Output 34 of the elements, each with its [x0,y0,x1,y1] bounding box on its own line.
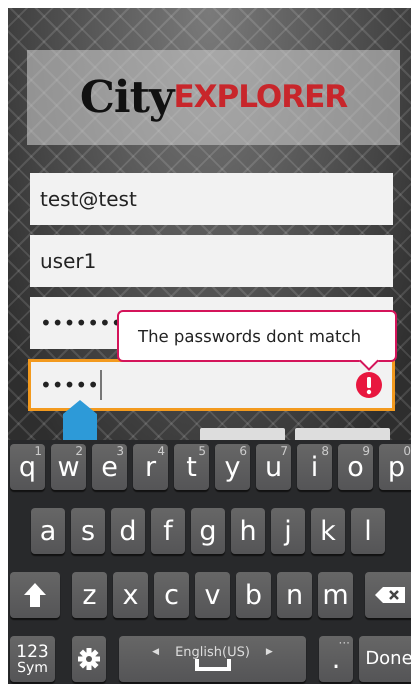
keyboard-key[interactable]: s [71,508,105,554]
keyboard-key[interactable]: n [277,572,312,618]
keyboard-key[interactable]: a [31,508,65,554]
shift-key[interactable] [10,572,60,618]
keyboard-key[interactable]: .··· [319,636,353,682]
keyboard-key[interactable]: k [311,508,345,554]
keyboard-key[interactable]: x [113,572,148,618]
settings-icon [78,648,100,670]
keyboard-key[interactable]: h [231,508,265,554]
keyboard-key[interactable]: g [191,508,225,554]
keyboard-key[interactable]: d [111,508,145,554]
backspace-icon [375,587,405,603]
backspace-key[interactable] [365,572,411,618]
error-icon [356,372,382,398]
symbols-key[interactable]: 123 Sym [10,636,55,682]
keyboard-key[interactable]: j [271,508,305,554]
shift-icon [24,583,46,607]
tooltip-text: The passwords dont match [138,327,362,346]
input-field[interactable]: test@test [30,173,393,225]
keyboard-key[interactable]: z [72,572,107,618]
settings-key[interactable] [72,636,106,682]
keyboard-key[interactable]: l [351,508,385,554]
keyboard-key[interactable]: f [151,508,185,554]
logo-text: City [80,70,174,124]
keyboard-key[interactable]: b [236,572,271,618]
keyboard-key[interactable]: c [154,572,189,618]
space-key[interactable]: ◀ English(US) ▶ [119,636,306,682]
input-field[interactable]: ••••• [28,359,395,411]
keyboard-key[interactable]: v [195,572,230,618]
cursor-handle-icon[interactable] [63,400,97,440]
input-field[interactable]: user1 [30,235,393,287]
space-icon [194,659,230,672]
text-cursor [100,370,102,400]
keyboard-key[interactable]: m [318,572,353,618]
